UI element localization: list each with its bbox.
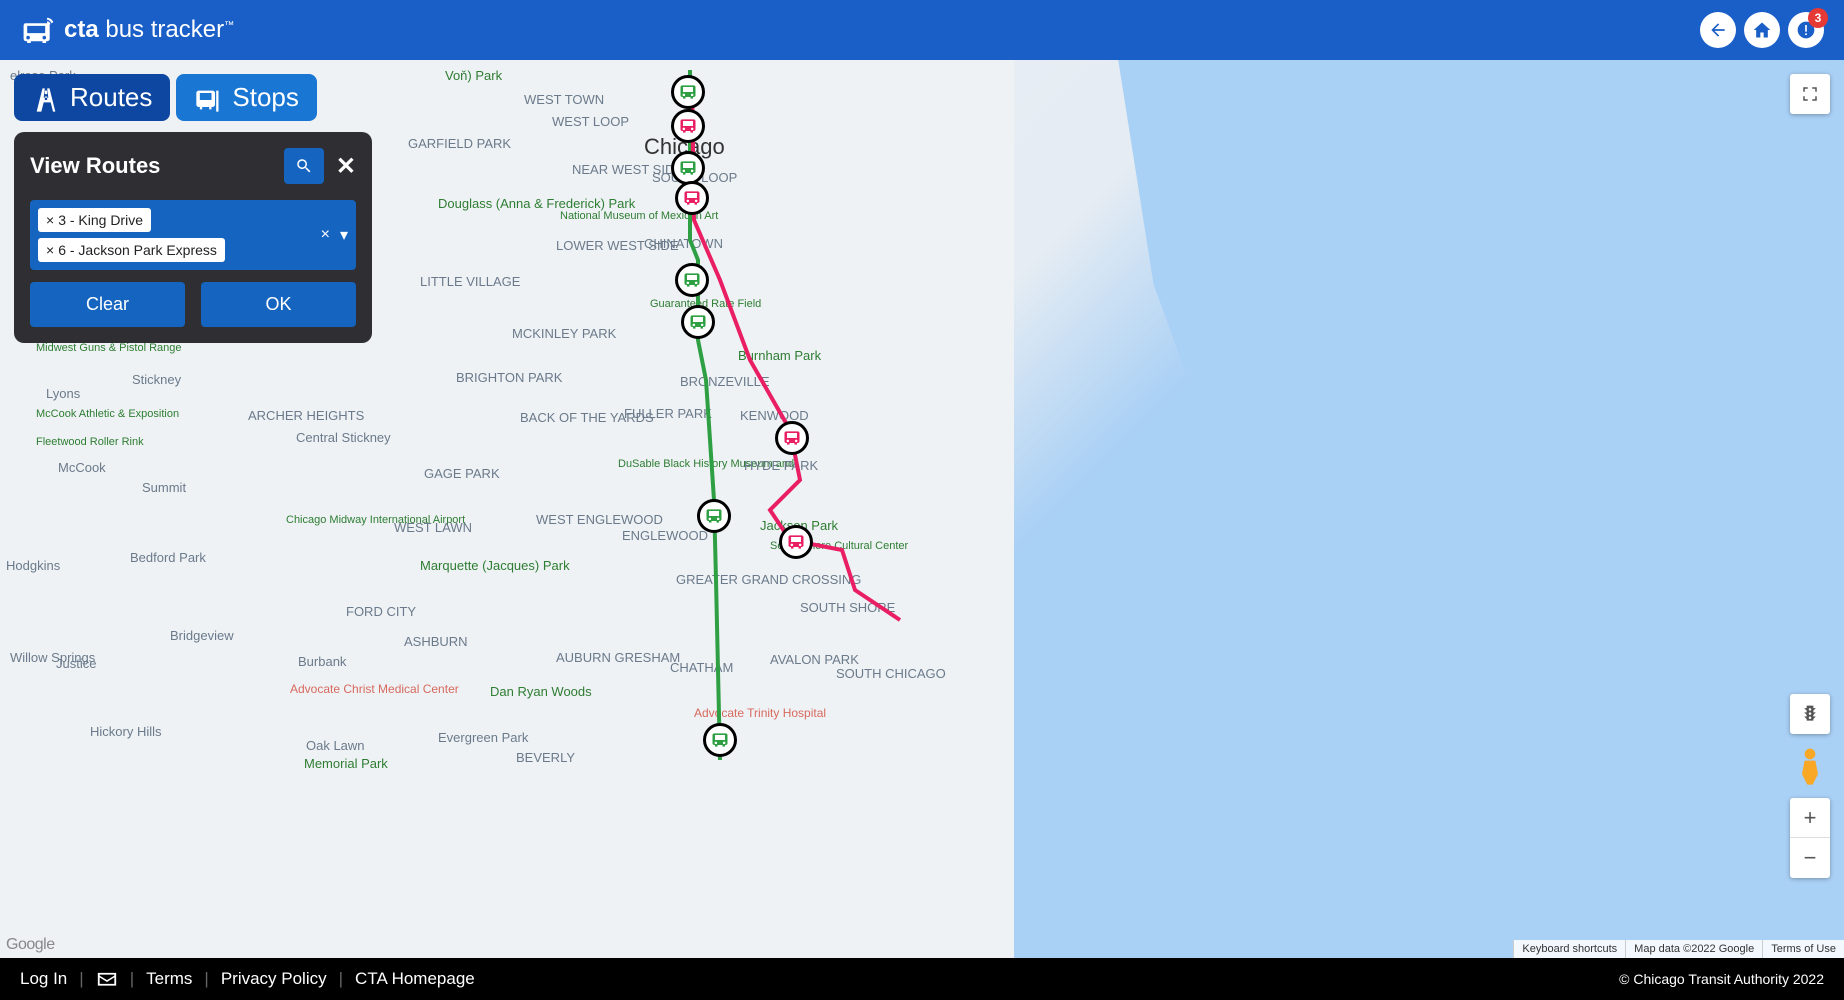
panel-close-button[interactable]: ✕ (336, 152, 356, 181)
chip-label: 6 - Jackson Park Express (58, 242, 217, 258)
zoom-in-button[interactable]: + (1790, 798, 1830, 838)
clear-selection-x[interactable]: × (321, 226, 330, 244)
header-actions: 3 (1700, 12, 1824, 48)
terms-link[interactable]: Terms (146, 969, 192, 989)
route-chip[interactable]: ×6 - Jackson Park Express (38, 238, 225, 262)
map[interactable]: Chicago elrose ParkVoň) ParkWEST TOWNGAR… (0, 60, 1844, 958)
bus-marker-pink[interactable] (671, 109, 705, 143)
traffic-button[interactable] (1790, 694, 1830, 734)
panel-title: View Routes (30, 153, 160, 179)
tab-stops-label: Stops (232, 82, 299, 113)
bus-marker-pink[interactable] (775, 421, 809, 455)
keyboard-shortcuts-link[interactable]: Keyboard shortcuts (1513, 940, 1625, 958)
ok-button[interactable]: OK (201, 282, 356, 327)
view-routes-panel: View Routes ✕ ×3 - King Drive×6 - Jackso… (14, 132, 372, 343)
zoom-control: + − (1790, 798, 1830, 878)
bus-marker-pink[interactable] (675, 181, 709, 215)
mail-icon[interactable] (96, 971, 118, 987)
route-chip[interactable]: ×3 - King Drive (38, 208, 151, 232)
bus-stop-icon (194, 86, 222, 110)
copyright: © Chicago Transit Authority 2022 (1619, 971, 1824, 987)
cta-homepage-link[interactable]: CTA Homepage (355, 969, 475, 989)
route-multiselect[interactable]: ×3 - King Drive×6 - Jackson Park Express… (30, 200, 356, 270)
terms-of-use-link[interactable]: Terms of Use (1762, 940, 1844, 958)
chip-remove-icon[interactable]: × (46, 212, 54, 228)
bus-marker-green[interactable] (681, 305, 715, 339)
tab-routes[interactable]: Routes (14, 74, 170, 121)
bus-marker-pink[interactable] (779, 525, 813, 559)
fullscreen-button[interactable] (1790, 74, 1830, 114)
bus-marker-green[interactable] (675, 263, 709, 297)
bus-marker-green[interactable] (703, 723, 737, 757)
bus-marker-green[interactable] (671, 151, 705, 185)
map-data-label: Map data ©2022 Google (1625, 940, 1762, 958)
bus-logo-icon (20, 16, 56, 44)
app-header: cta bus tracker™ 3 (0, 0, 1844, 60)
dropdown-caret-icon[interactable]: ▾ (340, 225, 348, 245)
panel-search-button[interactable] (284, 148, 324, 184)
chip-label: 3 - King Drive (58, 212, 143, 228)
streetview-pegman[interactable] (1794, 746, 1826, 786)
mode-tabs: Routes Stops (14, 74, 317, 121)
bus-marker-green[interactable] (697, 499, 731, 533)
alerts-button[interactable]: 3 (1788, 12, 1824, 48)
alert-count-badge: 3 (1808, 8, 1828, 28)
map-attribution: Keyboard shortcuts Map data ©2022 Google… (1513, 940, 1844, 958)
tab-routes-label: Routes (70, 82, 152, 113)
road-icon (32, 86, 60, 110)
back-button[interactable] (1700, 12, 1736, 48)
home-button[interactable] (1744, 12, 1780, 48)
app-footer: Log In | | Terms | Privacy Policy | CTA … (0, 958, 1844, 1000)
privacy-link[interactable]: Privacy Policy (221, 969, 327, 989)
chip-remove-icon[interactable]: × (46, 242, 54, 258)
bus-marker-green[interactable] (671, 75, 705, 109)
google-logo: Google (6, 936, 55, 954)
tab-stops[interactable]: Stops (176, 74, 317, 121)
clear-button[interactable]: Clear (30, 282, 185, 327)
login-link[interactable]: Log In (20, 969, 67, 989)
brand-logo: cta bus tracker™ (20, 16, 234, 44)
brand-text: cta bus tracker™ (64, 16, 234, 44)
map-controls: + − (1790, 694, 1830, 878)
zoom-out-button[interactable]: − (1790, 838, 1830, 878)
